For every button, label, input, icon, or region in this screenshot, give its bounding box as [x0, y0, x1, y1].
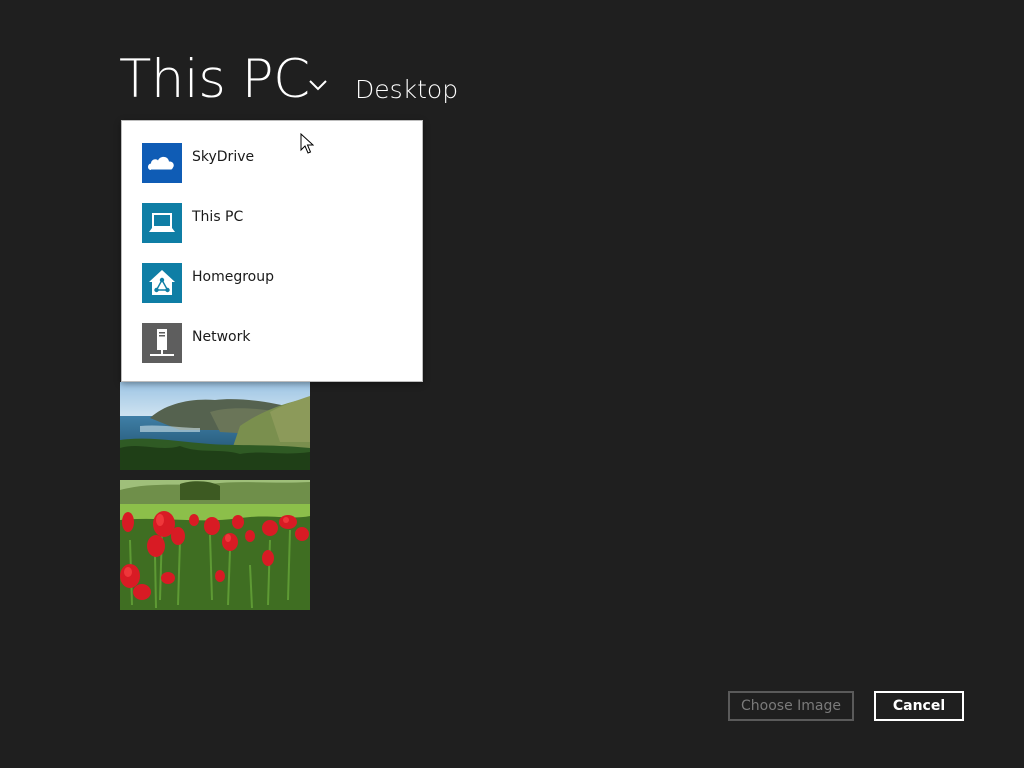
image-thumbnail-tulips[interactable] — [120, 480, 310, 610]
chevron-down-icon[interactable] — [307, 74, 329, 96]
laptop-icon — [142, 203, 182, 243]
location-dropdown-menu: SkyDrive This PC Homegroup Network — [121, 120, 423, 382]
menu-item-this-pc[interactable]: This PC — [122, 203, 422, 253]
image-thumbnail-coast[interactable] — [120, 382, 310, 470]
menu-item-skydrive[interactable]: SkyDrive — [122, 143, 422, 193]
homegroup-icon — [142, 263, 182, 303]
sub-location-desktop[interactable]: Desktop — [355, 74, 458, 106]
menu-item-label: SkyDrive — [192, 149, 255, 165]
menu-item-label: This PC — [192, 209, 244, 225]
tulips-photo — [120, 480, 310, 610]
menu-item-label: Homegroup — [192, 269, 275, 285]
coast-photo — [120, 382, 310, 470]
cloud-icon — [142, 143, 182, 183]
choose-image-button[interactable]: Choose Image — [728, 691, 854, 721]
location-title[interactable]: This PC — [119, 44, 310, 116]
cancel-button[interactable]: Cancel — [874, 691, 964, 721]
menu-item-network[interactable]: Network — [122, 323, 422, 373]
file-picker-screen: This PC Desktop SkyDrive This PC Homegro… — [0, 0, 1024, 768]
menu-item-homegroup[interactable]: Homegroup — [122, 263, 422, 313]
menu-item-label: Network — [192, 329, 251, 345]
network-icon — [142, 323, 182, 363]
